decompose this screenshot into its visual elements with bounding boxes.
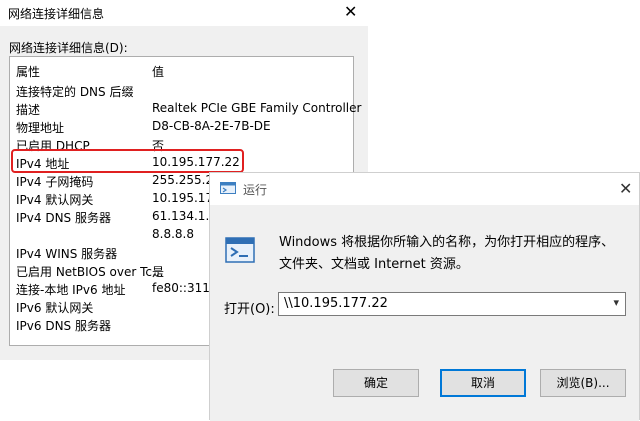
row-property: IPv4 默认网关: [16, 193, 94, 207]
cancel-button[interactable]: 取消: [440, 369, 526, 397]
list-header[interactable]: 属性 值: [10, 57, 353, 81]
row-value: 8.8.8.8: [152, 227, 194, 241]
row-value: 是: [152, 265, 165, 279]
run-app-icon: [220, 182, 236, 194]
row-value: D8-CB-8A-2E-7B-DE: [152, 119, 271, 133]
close-icon[interactable]: ✕: [619, 179, 632, 198]
run-titlebar: 运行 ✕: [210, 173, 639, 205]
details-list-label: 网络连接详细信息(D):: [9, 41, 128, 55]
run-app-icon: [225, 237, 255, 263]
open-input[interactable]: \\10.195.177.22 ▾: [278, 292, 626, 316]
ok-button[interactable]: 确定: [333, 369, 419, 397]
row-property: 物理地址: [16, 121, 65, 135]
row-property: IPv4 WINS 服务器: [16, 247, 118, 261]
row-property: IPv4 DNS 服务器: [16, 211, 111, 225]
row-property: 已启用 NetBIOS over Tc...: [16, 265, 164, 279]
network-details-title: 网络连接详细信息: [8, 7, 105, 21]
row-property: IPv4 子网掩码: [16, 175, 94, 189]
close-icon[interactable]: ✕: [344, 3, 357, 21]
run-dialog: 运行 ✕ Windows 将根据你所输入的名称，为你打开相应的程序、 文件夹、文…: [209, 172, 640, 421]
run-title: 运行: [243, 183, 268, 197]
run-description: Windows 将根据你所输入的名称，为你打开相应的程序、 文件夹、文档或 In…: [279, 232, 614, 276]
open-label: 打开(O):: [224, 302, 275, 317]
network-details-titlebar: 网络连接详细信息 ✕: [0, 0, 368, 26]
run-description-line: Windows 将根据你所输入的名称，为你打开相应的程序、: [279, 235, 615, 250]
row-property: IPv6 DNS 服务器: [16, 319, 111, 333]
row-value: Realtek PCIe GBE Family Controller: [152, 101, 362, 115]
column-header-value[interactable]: 值: [152, 63, 164, 80]
open-input-value[interactable]: \\10.195.177.22: [284, 296, 388, 311]
column-header-property[interactable]: 属性: [16, 63, 40, 80]
row-property: IPv6 默认网关: [16, 301, 94, 315]
row-property: 描述: [16, 103, 41, 117]
row-value: 61.134.1.4: [152, 209, 217, 223]
row-property: 连接-本地 IPv6 地址: [16, 283, 126, 297]
list-row[interactable]: 物理地址 D8-CB-8A-2E-7B-DE: [10, 117, 353, 135]
browse-button[interactable]: 浏览(B)...: [540, 369, 626, 397]
ipv4-highlight-box: [11, 149, 244, 173]
chevron-down-icon[interactable]: ▾: [613, 296, 619, 309]
list-row[interactable]: 描述 Realtek PCIe GBE Family Controller: [10, 99, 361, 117]
list-row[interactable]: 连接特定的 DNS 后缀: [10, 81, 353, 99]
run-description-line: 文件夹、文档或 Internet 资源。: [279, 257, 469, 272]
row-property: 连接特定的 DNS 后缀: [16, 85, 134, 99]
